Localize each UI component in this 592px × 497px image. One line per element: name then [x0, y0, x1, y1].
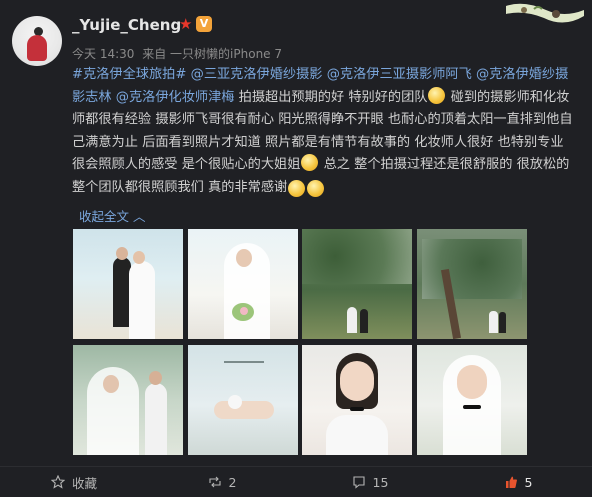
photo-2[interactable] — [188, 229, 298, 339]
member-badge-icon[interactable]: V — [196, 16, 212, 32]
avatar-figure-body — [27, 35, 47, 61]
smile-emoji-icon — [428, 86, 446, 104]
post-source: 来自 一只树懒的iPhone 7 — [142, 47, 283, 61]
photo-7[interactable] — [302, 345, 412, 455]
topic-link[interactable]: #克洛伊全球旅拍# — [72, 67, 186, 82]
favorite-button[interactable]: 收藏 — [0, 467, 148, 497]
decorative-sloth-icon — [506, 3, 584, 23]
star-outline-icon — [50, 475, 65, 489]
post-meta: 今天 14:30 来自 一只树懒的iPhone 7 — [72, 45, 286, 62]
post-text: #克洛伊全球旅拍# @三亚克洛伊婚纱摄影 @克洛伊三亚摄影师阿飞 @克洛伊婚纱摄… — [72, 64, 580, 202]
repost-button[interactable]: 2 — [148, 467, 296, 497]
comment-icon — [352, 476, 365, 489]
photo-1[interactable] — [73, 229, 183, 339]
photo-5[interactable] — [73, 345, 183, 455]
avatar[interactable] — [12, 16, 62, 66]
favorite-label: 收藏 — [71, 475, 97, 491]
collapse-full-text-link[interactable]: 收起全文 ︿ — [79, 206, 145, 225]
vip-star-icon: ★ — [179, 15, 193, 33]
like-button[interactable]: 5 — [444, 467, 592, 497]
comment-count: 15 — [372, 474, 389, 490]
like-count: 5 — [524, 474, 533, 490]
repost-icon — [208, 476, 221, 488]
photo-8[interactable] — [417, 345, 527, 455]
bow-emoji-icon — [307, 179, 325, 197]
thumbs-up-icon — [505, 476, 517, 488]
action-bar: 收藏 2 15 5 — [0, 466, 592, 497]
photo-4[interactable] — [417, 229, 527, 339]
username[interactable]: _Yujie_Cheng — [72, 16, 181, 34]
comment-button[interactable]: 15 — [296, 467, 444, 497]
photo-6[interactable] — [188, 345, 298, 455]
repost-count: 2 — [228, 474, 237, 490]
post-text-part-1: 拍摄超出预期的好 特别好的团队 — [238, 89, 428, 105]
post-time[interactable]: 今天 14:30 — [72, 47, 134, 61]
photo-3[interactable] — [302, 229, 412, 339]
shy-emoji-icon — [301, 154, 319, 171]
photo-grid — [73, 229, 527, 457]
bow-emoji-icon — [288, 179, 306, 197]
